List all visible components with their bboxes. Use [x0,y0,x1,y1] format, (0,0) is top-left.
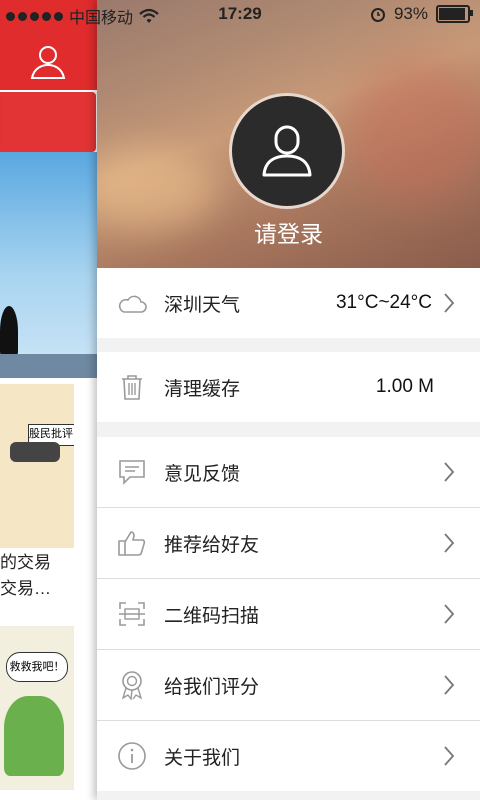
caption-line: 交易… [0,579,51,598]
background-caption[interactable]: 的交易 交易… [0,550,97,602]
background-red-button[interactable] [0,92,96,152]
recommend-row[interactable]: 推荐给好友 [97,508,480,579]
chevron-right-icon [444,746,455,766]
trash-icon [117,372,147,402]
background-feed: 股民批评 的交易 交易… 救救我吧！ [0,0,97,800]
about-label: 关于我们 [164,747,241,769]
user-icon [262,125,312,177]
qr-scan-label: 二维码扫描 [164,605,260,627]
recommend-label: 推荐给好友 [164,534,260,556]
background-comic-image[interactable]: 救救我吧！ [0,626,74,790]
chevron-right-icon [444,675,455,695]
feedback-icon [117,457,147,487]
rate-label: 给我们评分 [164,676,260,698]
comic-bubble: 救救我吧！ [6,652,68,682]
settings-list: 意见反馈 推荐给好友 二维码扫描 给我们评分 关于我们 [97,437,480,791]
login-link[interactable]: 请登录 [97,215,480,249]
avatar[interactable] [229,93,345,209]
scan-icon [117,599,147,629]
feedback-label: 意见反馈 [164,463,241,485]
cloud-icon [117,288,147,318]
background-comic-image[interactable]: 股民批评 [0,384,74,548]
chevron-right-icon [444,293,455,313]
chevron-right-icon [444,462,455,482]
clear-cache-label: 清理缓存 [164,378,241,400]
qr-scan-row[interactable]: 二维码扫描 [97,579,480,650]
clear-cache-row[interactable]: 清理缓存 1.00 M [97,352,480,422]
status-bar: 中国移动 17:29 93% [0,0,480,30]
battery-percent: 93% [393,4,428,23]
thumbs-up-icon [117,528,147,558]
chevron-right-icon [444,604,455,624]
alarm-icon [370,8,385,22]
cache-section: 清理缓存 1.00 M [97,352,480,422]
weather-label: 深圳天气 [164,294,241,316]
weather-value: 31°C~24°C [335,292,432,313]
weather-row[interactable]: 深圳天气 31°C~24°C [97,268,480,338]
background-photo [0,152,97,378]
info-icon [117,741,147,771]
rate-row[interactable]: 给我们评分 [97,650,480,721]
award-icon [117,670,147,700]
chevron-right-icon [444,533,455,553]
user-icon[interactable] [28,42,68,82]
side-drawer: 请登录 深圳天气 31°C~24°C 清理缓存 1.00 M 意见反馈 推荐给好… [97,0,480,800]
cache-size: 1.00 M [375,376,434,397]
caption-line: 的交易 [0,553,51,572]
profile-header: 请登录 [97,0,480,268]
battery-icon [436,5,473,23]
weather-section: 深圳天气 31°C~24°C [97,268,480,338]
feedback-row[interactable]: 意见反馈 [97,437,480,508]
about-row[interactable]: 关于我们 [97,721,480,791]
